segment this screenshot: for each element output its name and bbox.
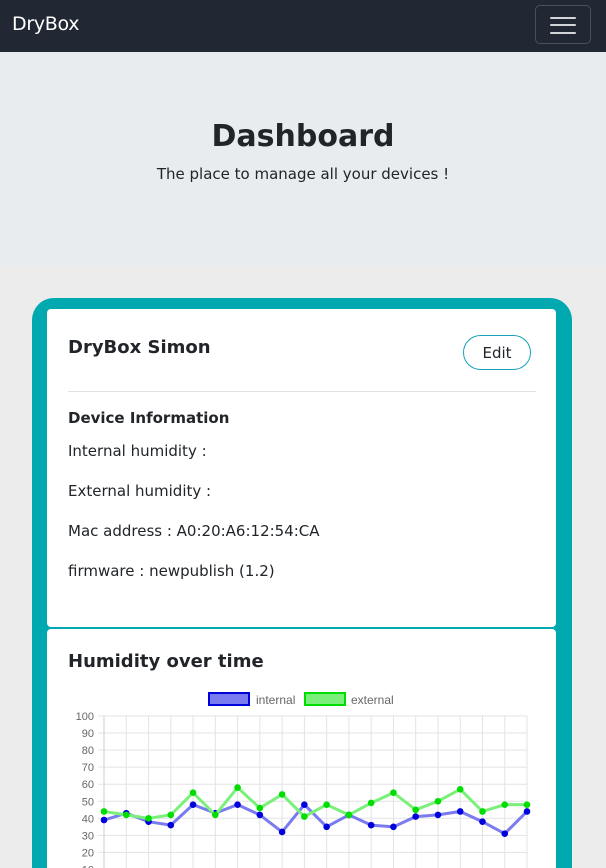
data-point-internal xyxy=(256,811,264,819)
page-title: Dashboard xyxy=(211,119,395,154)
data-point-internal xyxy=(100,816,108,824)
data-point-internal xyxy=(523,808,531,815)
data-point-internal xyxy=(412,813,419,820)
y-tick-label: 90 xyxy=(82,728,94,740)
data-point-external xyxy=(479,808,486,815)
y-tick-label: 50 xyxy=(82,796,94,808)
data-point-external xyxy=(523,801,531,808)
hero-banner: Dashboard The place to manage all your d… xyxy=(0,52,606,266)
data-point-internal xyxy=(167,821,175,829)
data-point-internal xyxy=(434,811,442,819)
legend-label-internal: internal xyxy=(256,693,295,707)
legend-swatch-internal xyxy=(208,692,250,706)
data-point-internal xyxy=(234,801,241,808)
data-point-internal xyxy=(323,823,330,831)
internal-humidity-text: Internal humidity : xyxy=(68,442,207,460)
brand-logo[interactable]: DryBox xyxy=(12,13,80,35)
data-point-external xyxy=(189,789,197,797)
data-point-external xyxy=(122,811,130,819)
data-point-internal xyxy=(301,801,308,808)
y-tick-label: 20 xyxy=(82,847,94,859)
y-tick-label: 40 xyxy=(82,813,94,825)
data-point-external xyxy=(345,811,353,819)
data-point-internal xyxy=(189,801,197,808)
legend-label-external: external xyxy=(351,693,394,707)
data-point-external xyxy=(256,804,264,812)
device-name: DryBox Simon xyxy=(68,337,211,358)
y-tick-label: 70 xyxy=(82,762,94,774)
edit-button[interactable]: Edit xyxy=(463,335,531,370)
data-point-external xyxy=(278,791,286,798)
device-card: DryBox Simon Edit Device Information Int… xyxy=(47,309,556,627)
data-point-external xyxy=(390,789,397,797)
external-humidity-text: External humidity : xyxy=(68,482,212,500)
data-point-internal xyxy=(390,823,397,831)
data-point-external xyxy=(367,799,375,807)
y-tick-label: 80 xyxy=(82,745,94,757)
navbar-toggler-button[interactable] xyxy=(535,5,591,44)
data-point-external xyxy=(412,806,419,814)
data-point-external xyxy=(167,811,175,819)
data-point-external xyxy=(234,784,241,791)
data-point-external xyxy=(434,797,442,805)
humidity-chart: 100 90 80 70 60 50 40 30 20 10 internal external xyxy=(76,692,531,868)
data-point-internal xyxy=(278,828,286,836)
y-tick-label: 100 xyxy=(76,711,94,723)
mac-address-text: Mac address : A0:20:A6:12:54:CA xyxy=(68,522,320,540)
y-tick-label: 10 xyxy=(82,864,94,868)
navbar: DryBox xyxy=(0,0,606,52)
data-point-external xyxy=(301,813,308,820)
page-subtitle: The place to manage all your devices ! xyxy=(156,165,450,183)
data-point-external xyxy=(100,808,108,815)
y-tick-label: 30 xyxy=(82,830,94,842)
legend-swatch-external xyxy=(304,692,346,706)
data-point-external xyxy=(456,786,464,793)
chart-card: Humidity over time 100908070605040302010… xyxy=(47,629,556,868)
data-point-internal xyxy=(501,830,509,837)
data-point-external xyxy=(501,801,509,808)
data-point-internal xyxy=(479,818,486,826)
data-point-external xyxy=(323,801,330,808)
y-tick-label: 60 xyxy=(82,779,94,791)
data-point-external xyxy=(145,815,152,822)
firmware-text: firmware : newpublish (1.2) xyxy=(68,562,275,580)
card-divider xyxy=(68,391,536,392)
device-info-title: Device Information xyxy=(68,409,230,427)
data-point-internal xyxy=(367,821,375,829)
data-point-external xyxy=(212,811,219,819)
data-point-internal xyxy=(456,808,464,815)
